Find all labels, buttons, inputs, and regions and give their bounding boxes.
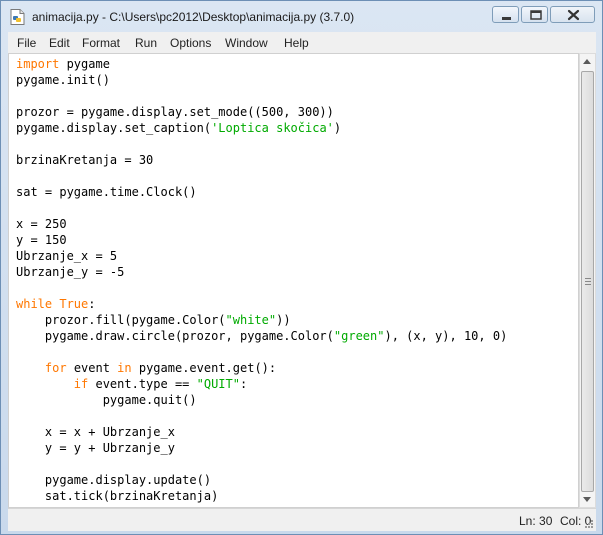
code-line: brzinaKretanja = 30 — [16, 153, 154, 167]
menu-file[interactable]: File — [17, 36, 36, 50]
code-line: pygame.init() — [16, 73, 110, 87]
keyword-for: for — [44, 361, 67, 375]
code-line: import pygame — [16, 57, 110, 71]
minimize-button[interactable] — [492, 6, 519, 23]
status-line-number: Ln: 30 — [519, 514, 553, 528]
keyword-import: import — [16, 57, 60, 71]
resize-grip-icon[interactable] — [583, 518, 594, 529]
string-literal: "white" — [225, 313, 277, 327]
code-line: Ubrzanje_y = -5 — [16, 265, 125, 279]
code-text[interactable]: import pygame pygame.init() prozor = pyg… — [16, 56, 507, 504]
code-line: y = 150 — [16, 233, 67, 247]
string-literal: 'Loptica skočica' — [211, 121, 334, 135]
title-bar[interactable]: animacija.py - C:\Users\pc2012\Desktop\a… — [1, 1, 602, 31]
code-line: prozor.fill(pygame.Color("white")) — [16, 313, 291, 327]
code-line: Ubrzanje_x = 5 — [16, 249, 118, 263]
string-literal: "QUIT" — [196, 377, 240, 391]
window-title: animacija.py - C:\Users\pc2012\Desktop\a… — [32, 10, 355, 24]
maximize-button[interactable] — [521, 6, 548, 23]
code-line: x = x + Ubrzanje_x — [16, 425, 175, 439]
grip-line — [585, 284, 591, 285]
menu-window[interactable]: Window — [225, 36, 268, 50]
code-line: pygame.quit() — [16, 393, 197, 407]
code-line: pygame.display.update() — [16, 473, 212, 487]
menu-options[interactable]: Options — [170, 36, 211, 50]
code-line: pygame.draw.circle(prozor, pygame.Color(… — [16, 329, 508, 343]
grip-line — [585, 278, 591, 279]
code-line: sat.tick(brzinaKretanja) — [16, 489, 219, 503]
close-icon — [567, 9, 580, 21]
menu-run[interactable]: Run — [135, 36, 157, 50]
code-line: if event.type == "QUIT": — [73, 377, 248, 391]
menu-bar: File Edit Format Run Options Window Help — [8, 32, 596, 54]
minimize-icon — [502, 17, 511, 20]
keyword-while: while — [16, 297, 53, 311]
vertical-scrollbar[interactable] — [579, 53, 596, 508]
code-line: for event in pygame.event.get(): — [44, 361, 277, 375]
string-literal: "green" — [333, 329, 385, 343]
code-editor[interactable]: import pygame pygame.init() prozor = pyg… — [8, 53, 579, 508]
scroll-up-arrow-icon[interactable] — [583, 59, 591, 64]
code-line: prozor = pygame.display.set_mode((500, 3… — [16, 105, 334, 119]
code-line: pygame.display.set_caption('Loptica skoč… — [16, 121, 342, 135]
code-line: x = 250 — [16, 217, 67, 231]
menu-edit[interactable]: Edit — [49, 36, 70, 50]
scroll-down-arrow-icon[interactable] — [583, 497, 591, 502]
idle-editor-window: animacija.py - C:\Users\pc2012\Desktop\a… — [0, 0, 603, 535]
keyword-if: if — [73, 377, 89, 391]
keyword-in: in — [117, 361, 132, 375]
grip-line — [585, 281, 591, 282]
code-line: y = y + Ubrzanje_y — [16, 441, 175, 455]
code-line: while True: — [16, 297, 96, 311]
menu-help[interactable]: Help — [284, 36, 309, 50]
python-file-icon — [10, 9, 25, 25]
close-button[interactable] — [550, 6, 595, 23]
menu-format[interactable]: Format — [82, 36, 120, 50]
scrollbar-thumb[interactable] — [581, 71, 594, 492]
keyword-true: True — [59, 297, 89, 311]
code-line: sat = pygame.time.Clock() — [16, 185, 197, 199]
maximize-icon — [530, 10, 542, 20]
status-bar: Ln: 30 Col: 0 — [8, 508, 596, 531]
